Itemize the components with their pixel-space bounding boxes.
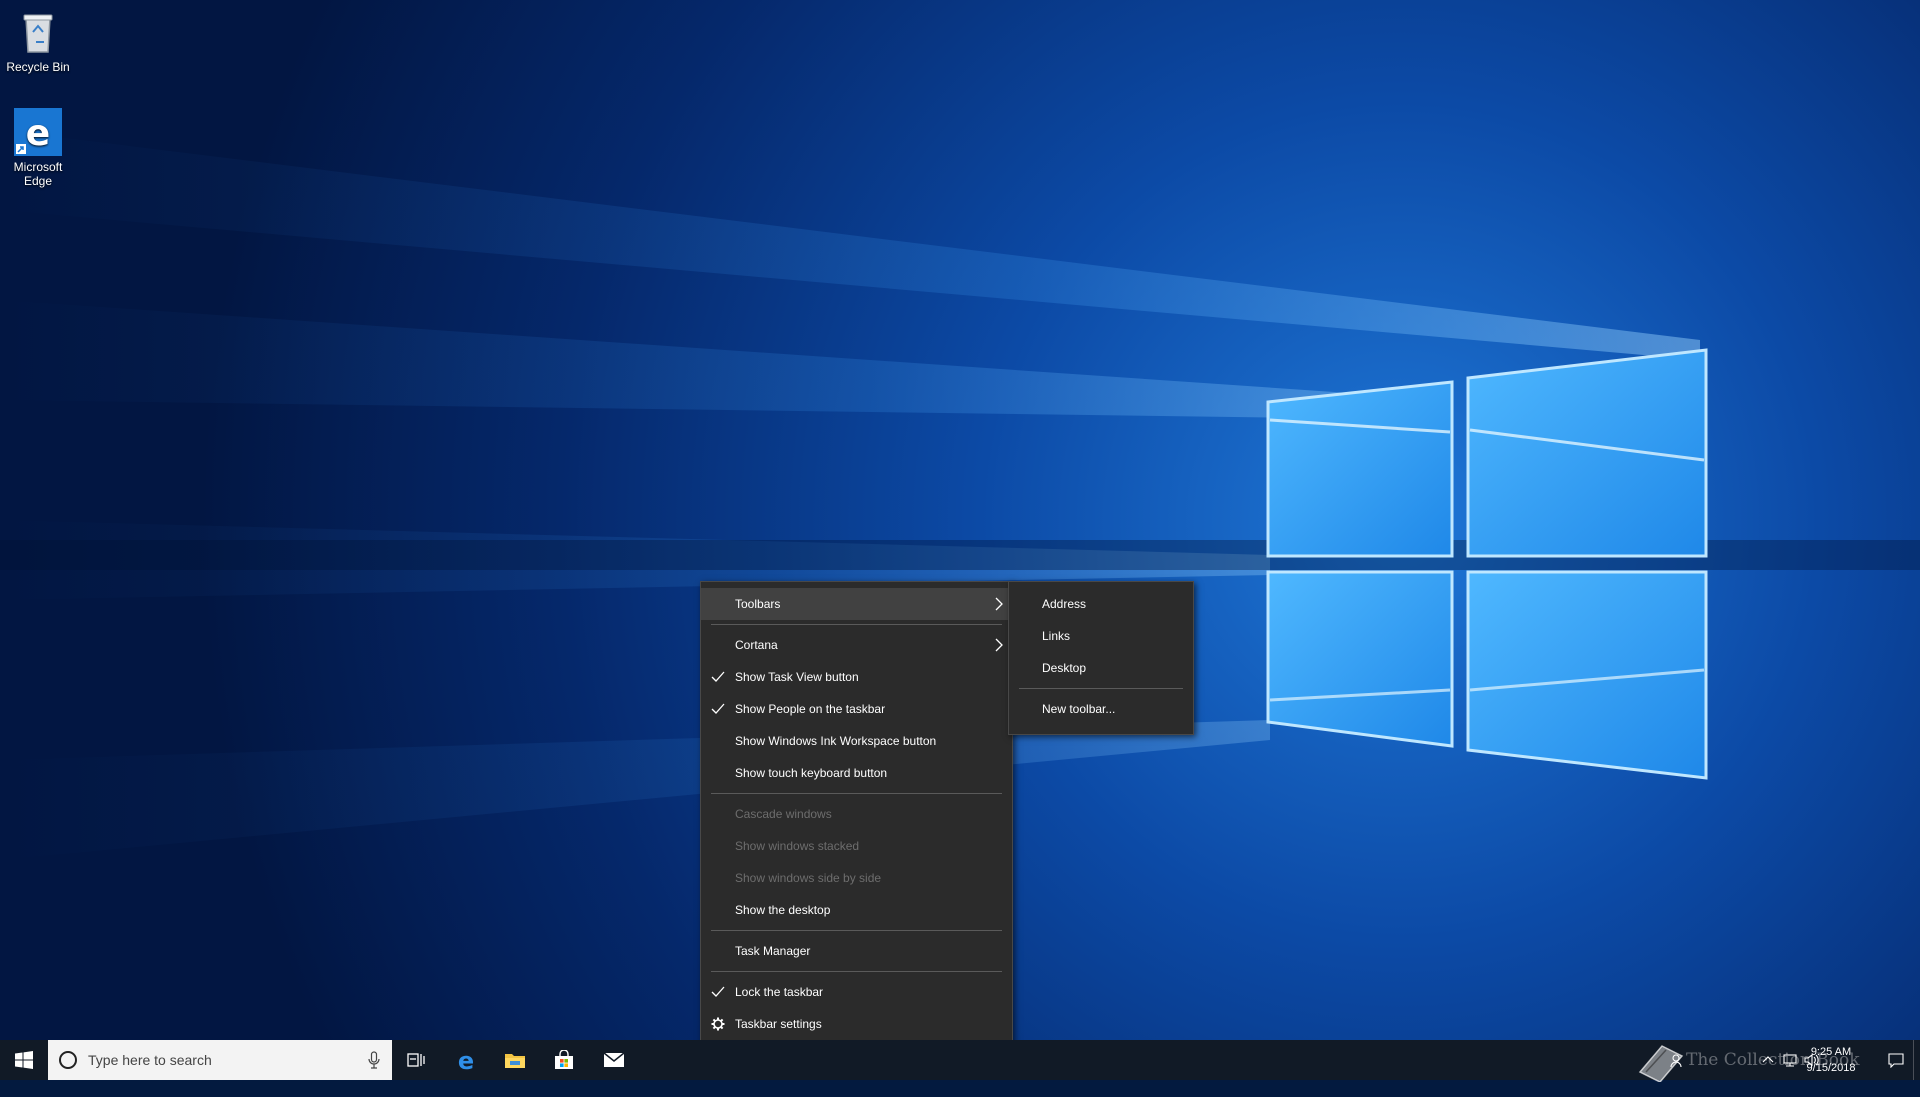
taskbar-edge-button[interactable]: e bbox=[442, 1040, 490, 1080]
action-center-icon[interactable] bbox=[1888, 1052, 1904, 1069]
menu-item-show-touch-keyboard-button[interactable]: Show touch keyboard button bbox=[701, 757, 1012, 789]
menu-item-label: Links bbox=[1042, 629, 1071, 643]
mail-icon bbox=[603, 1052, 625, 1067]
taskbar[interactable]: Type here to search e 9:25 AM 9/15/2018 bbox=[0, 1040, 1920, 1080]
submenu-item-desktop[interactable]: Desktop bbox=[1009, 652, 1193, 684]
cortana-circle-icon bbox=[58, 1050, 78, 1070]
submenu-item-new-toolbar[interactable]: New toolbar... bbox=[1009, 693, 1193, 725]
desktop-icon-recycle-bin[interactable]: Recycle Bin bbox=[1, 8, 75, 74]
submenu-item-address[interactable]: Address bbox=[1009, 588, 1193, 620]
toolbars-submenu: Address Links Desktop New toolbar... bbox=[1008, 581, 1194, 735]
taskbar-context-menu: Toolbars Cortana Show Task View button S… bbox=[700, 581, 1013, 1050]
menu-item-cortana[interactable]: Cortana bbox=[701, 629, 1012, 661]
menu-item-taskbar-settings[interactable]: Taskbar settings bbox=[701, 1008, 1012, 1040]
desktop-icon-microsoft-edge[interactable]: e Microsoft Edge bbox=[1, 108, 75, 188]
chevron-up-icon[interactable] bbox=[1760, 1052, 1776, 1068]
menu-item-show-windows-stacked: Show windows stacked bbox=[701, 830, 1012, 862]
desktop-icon-label: Recycle Bin bbox=[6, 60, 70, 74]
menu-item-label: Show Task View button bbox=[735, 670, 859, 684]
store-icon bbox=[555, 1050, 573, 1069]
recycle-bin-icon bbox=[14, 8, 62, 56]
menu-item-toolbars[interactable]: Toolbars bbox=[701, 588, 1012, 620]
menu-item-label: Show touch keyboard button bbox=[735, 766, 888, 780]
clock-date: 9/15/2018 bbox=[1806, 1062, 1856, 1074]
menu-item-show-task-view-button[interactable]: Show Task View button bbox=[701, 661, 1012, 693]
menu-item-show-the-desktop[interactable]: Show the desktop bbox=[701, 894, 1012, 926]
menu-separator bbox=[711, 624, 1002, 625]
menu-item-show-windows-side-by-side: Show windows side by side bbox=[701, 862, 1012, 894]
microphone-icon[interactable] bbox=[368, 1051, 380, 1069]
edge-icon: e bbox=[14, 108, 62, 156]
system-tray: 9:25 AM 9/15/2018 bbox=[1660, 1040, 1920, 1080]
taskbar-store-button[interactable] bbox=[540, 1040, 588, 1080]
people-icon[interactable] bbox=[1670, 1052, 1686, 1068]
menu-item-label: Cascade windows bbox=[735, 807, 832, 821]
menu-separator bbox=[711, 793, 1002, 794]
start-button[interactable] bbox=[0, 1040, 48, 1080]
menu-item-label: Cortana bbox=[735, 638, 778, 652]
menu-separator bbox=[1019, 688, 1183, 689]
menu-item-label: Show windows stacked bbox=[735, 839, 860, 853]
menu-item-show-people-on-taskbar[interactable]: Show People on the taskbar bbox=[701, 693, 1012, 725]
menu-item-label: Show the desktop bbox=[735, 903, 831, 917]
menu-item-label: Task Manager bbox=[735, 944, 811, 958]
menu-item-lock-the-taskbar[interactable]: Lock the taskbar bbox=[701, 976, 1012, 1008]
menu-separator bbox=[711, 930, 1002, 931]
checkmark-icon bbox=[711, 661, 725, 693]
file-explorer-icon bbox=[505, 1054, 525, 1068]
checkmark-icon bbox=[711, 693, 725, 725]
windows-logo-icon bbox=[15, 1051, 33, 1069]
menu-item-label: Show windows side by side bbox=[735, 871, 882, 885]
svg-text:e: e bbox=[458, 1048, 474, 1072]
taskbar-file-explorer-button[interactable] bbox=[491, 1040, 539, 1080]
clock[interactable]: 9:25 AM 9/15/2018 bbox=[1796, 1044, 1866, 1076]
svg-text:e: e bbox=[26, 113, 50, 154]
menu-item-label: Taskbar settings bbox=[735, 1017, 822, 1031]
menu-item-label: Show Windows Ink Workspace button bbox=[735, 734, 937, 748]
chevron-right-icon bbox=[994, 629, 1004, 661]
desktop-icon-label: Microsoft Edge bbox=[13, 160, 63, 188]
checkmark-icon bbox=[711, 976, 725, 1008]
clock-time: 9:25 AM bbox=[1810, 1046, 1852, 1058]
menu-item-task-manager[interactable]: Task Manager bbox=[701, 935, 1012, 967]
menu-item-label: Toolbars bbox=[735, 597, 781, 611]
chevron-right-icon bbox=[994, 588, 1004, 620]
menu-item-label: Lock the taskbar bbox=[735, 985, 824, 999]
menu-item-label: New toolbar... bbox=[1042, 702, 1116, 716]
menu-item-label: Desktop bbox=[1042, 661, 1087, 675]
gear-icon bbox=[711, 1008, 725, 1040]
task-view-button[interactable] bbox=[392, 1040, 440, 1080]
taskbar-mail-button[interactable] bbox=[590, 1040, 638, 1080]
menu-separator bbox=[711, 971, 1002, 972]
search-input[interactable]: Type here to search bbox=[48, 1040, 392, 1080]
menu-item-label: Address bbox=[1042, 597, 1087, 611]
submenu-item-links[interactable]: Links bbox=[1009, 620, 1193, 652]
menu-item-label: Show People on the taskbar bbox=[735, 702, 886, 716]
edge-icon: e bbox=[458, 1048, 474, 1072]
show-desktop-button[interactable] bbox=[1913, 1040, 1920, 1080]
menu-item-cascade-windows: Cascade windows bbox=[701, 798, 1012, 830]
task-view-icon bbox=[407, 1053, 425, 1067]
search-placeholder: Type here to search bbox=[88, 1052, 212, 1068]
menu-item-show-windows-ink-workspace-button[interactable]: Show Windows Ink Workspace button bbox=[701, 725, 1012, 757]
